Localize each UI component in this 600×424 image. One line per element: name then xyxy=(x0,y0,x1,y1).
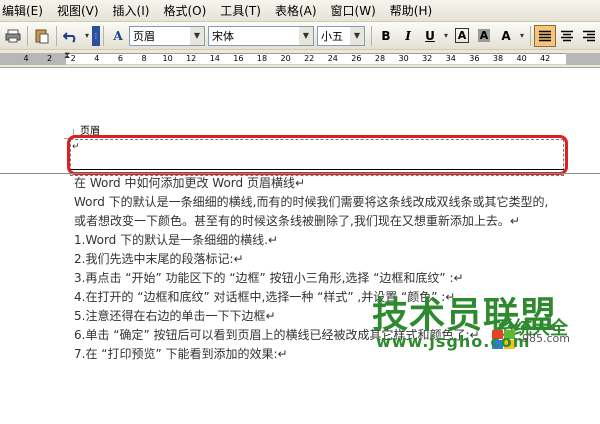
undo-icon[interactable] xyxy=(60,25,82,47)
char-border-letter: A xyxy=(454,28,470,43)
ruler-number: 12 xyxy=(186,54,197,63)
paste-icon[interactable] xyxy=(31,25,53,47)
watermark-url: www.jsgho.com xyxy=(376,332,531,351)
ruler-number: 2 xyxy=(70,54,76,63)
styles-pane-letter: A xyxy=(113,28,123,43)
style-combo[interactable]: 页眉 ▼ xyxy=(129,25,205,46)
ruler-number: 30 xyxy=(398,54,409,63)
ruler-number: 40 xyxy=(516,54,527,63)
menu-bar: 编辑(E) 视图(V) 插入(I) 格式(O) 工具(T) 表格(A) 窗口(W… xyxy=(0,0,600,22)
toolbar-separator xyxy=(103,25,104,46)
menu-help[interactable]: 帮助(H) xyxy=(383,0,439,22)
menu-format[interactable]: 格式(O) xyxy=(156,0,213,22)
chevron-down-icon[interactable]: ▼ xyxy=(299,26,313,45)
ruler-number: 16 xyxy=(233,54,244,63)
menu-insert[interactable]: 插入(I) xyxy=(106,0,157,22)
watermark-site: 985.com xyxy=(522,332,570,345)
ruler-number: 4 xyxy=(94,54,100,63)
char-border-button[interactable]: A xyxy=(451,25,473,47)
italic-button[interactable]: I xyxy=(397,25,419,47)
char-shading-letter: A xyxy=(477,29,491,42)
formatting-toolbar: ▾ ⋮ A 页眉 ▼ 宋体 ▼ 小五 ▼ B I U ▾ A A A ▾ xyxy=(0,22,600,50)
ruler-number: 36 xyxy=(469,54,480,63)
ruler-number: 8 xyxy=(141,54,147,63)
bold-button[interactable]: B xyxy=(375,25,397,47)
ruler-number: 28 xyxy=(374,54,386,63)
ruler-number: 42 xyxy=(540,54,551,63)
ruler-margin-right xyxy=(566,53,600,65)
align-center-button[interactable] xyxy=(556,25,578,47)
font-color-dropdown-icon[interactable]: ▾ xyxy=(517,25,527,47)
doc-line: Word 下的默认是一条细细的横线,而有的时候我们需要将这条线改成双线条或其它类… xyxy=(74,195,549,209)
menu-window[interactable]: 窗口(W) xyxy=(324,0,383,22)
toolbar-separator xyxy=(27,25,28,46)
print-icon[interactable] xyxy=(2,25,24,47)
align-right-button[interactable] xyxy=(578,25,600,47)
header-highlight-box xyxy=(67,135,568,175)
font-size-combo-value: 小五 xyxy=(321,29,343,43)
styles-pane-icon[interactable]: A xyxy=(107,25,129,47)
ruler-number: 38 xyxy=(492,54,504,63)
ruler-number: 26 xyxy=(351,54,362,63)
menu-table[interactable]: 表格(A) xyxy=(268,0,324,22)
underline-button[interactable]: U xyxy=(419,25,441,47)
ruler-number: 14 xyxy=(209,54,220,63)
site-watermark: 技术员联盟 系统大全 www.jsgho.com 985.com xyxy=(372,286,600,424)
ruler-number: 24 xyxy=(327,54,338,63)
ruler-number: 6 xyxy=(117,54,123,63)
doc-line: 在 Word 中如何添加更改 Word 页眉横线↵ xyxy=(74,176,306,190)
font-combo-value: 宋体 xyxy=(212,29,234,43)
menu-tools[interactable]: 工具(T) xyxy=(213,0,268,22)
align-left-button[interactable] xyxy=(534,24,556,47)
style-combo-value: 页眉 xyxy=(133,29,155,43)
doc-line: 或者想改变一下颜色。甚至有的时候这条线被删除了,我们现在又想重新添加上去。↵ xyxy=(74,214,520,228)
font-size-combo[interactable]: 小五 ▼ xyxy=(317,25,365,46)
menu-view[interactable]: 视图(V) xyxy=(50,0,106,22)
underline-dropdown-icon[interactable]: ▾ xyxy=(441,25,451,47)
chevron-down-icon[interactable]: ▼ xyxy=(190,26,204,45)
toolbar-separator xyxy=(371,25,372,46)
undo-dropdown-icon[interactable]: ▾ xyxy=(82,25,92,47)
font-color-letter: A xyxy=(501,28,511,43)
chevron-down-icon[interactable]: ▼ xyxy=(350,26,364,45)
toolbar-separator xyxy=(530,25,531,46)
ruler-number: 20 xyxy=(280,54,291,63)
toolbar-separator xyxy=(56,25,57,46)
ruler-number: 34 xyxy=(445,54,456,63)
ruler-number: 32 xyxy=(422,54,433,63)
ruler-number: 2 xyxy=(47,54,53,63)
doc-line: 1.Word 下的默认是一条细细的横线.↵ xyxy=(74,233,278,247)
font-combo[interactable]: 宋体 ▼ xyxy=(208,25,314,46)
ruler-number: 18 xyxy=(256,54,268,63)
toolbar-options-icon[interactable]: ⋮ xyxy=(92,25,100,46)
doc-line: 2.我们先选中末尾的段落标记:↵ xyxy=(74,252,244,266)
ruler-number: 22 xyxy=(304,54,315,63)
font-color-button[interactable]: A xyxy=(495,25,517,47)
ruler-number: 10 xyxy=(162,54,173,63)
menu-edit[interactable]: 编辑(E) xyxy=(0,0,50,22)
horizontal-ruler[interactable]: ⧗ 4 2 2 4 6 8 10 12 14 16 18 20 22 24 26 28 30 32 34 36 38 40… xyxy=(0,50,600,68)
ruler-number: 4 xyxy=(23,54,29,63)
char-shading-button[interactable]: A xyxy=(473,25,495,47)
